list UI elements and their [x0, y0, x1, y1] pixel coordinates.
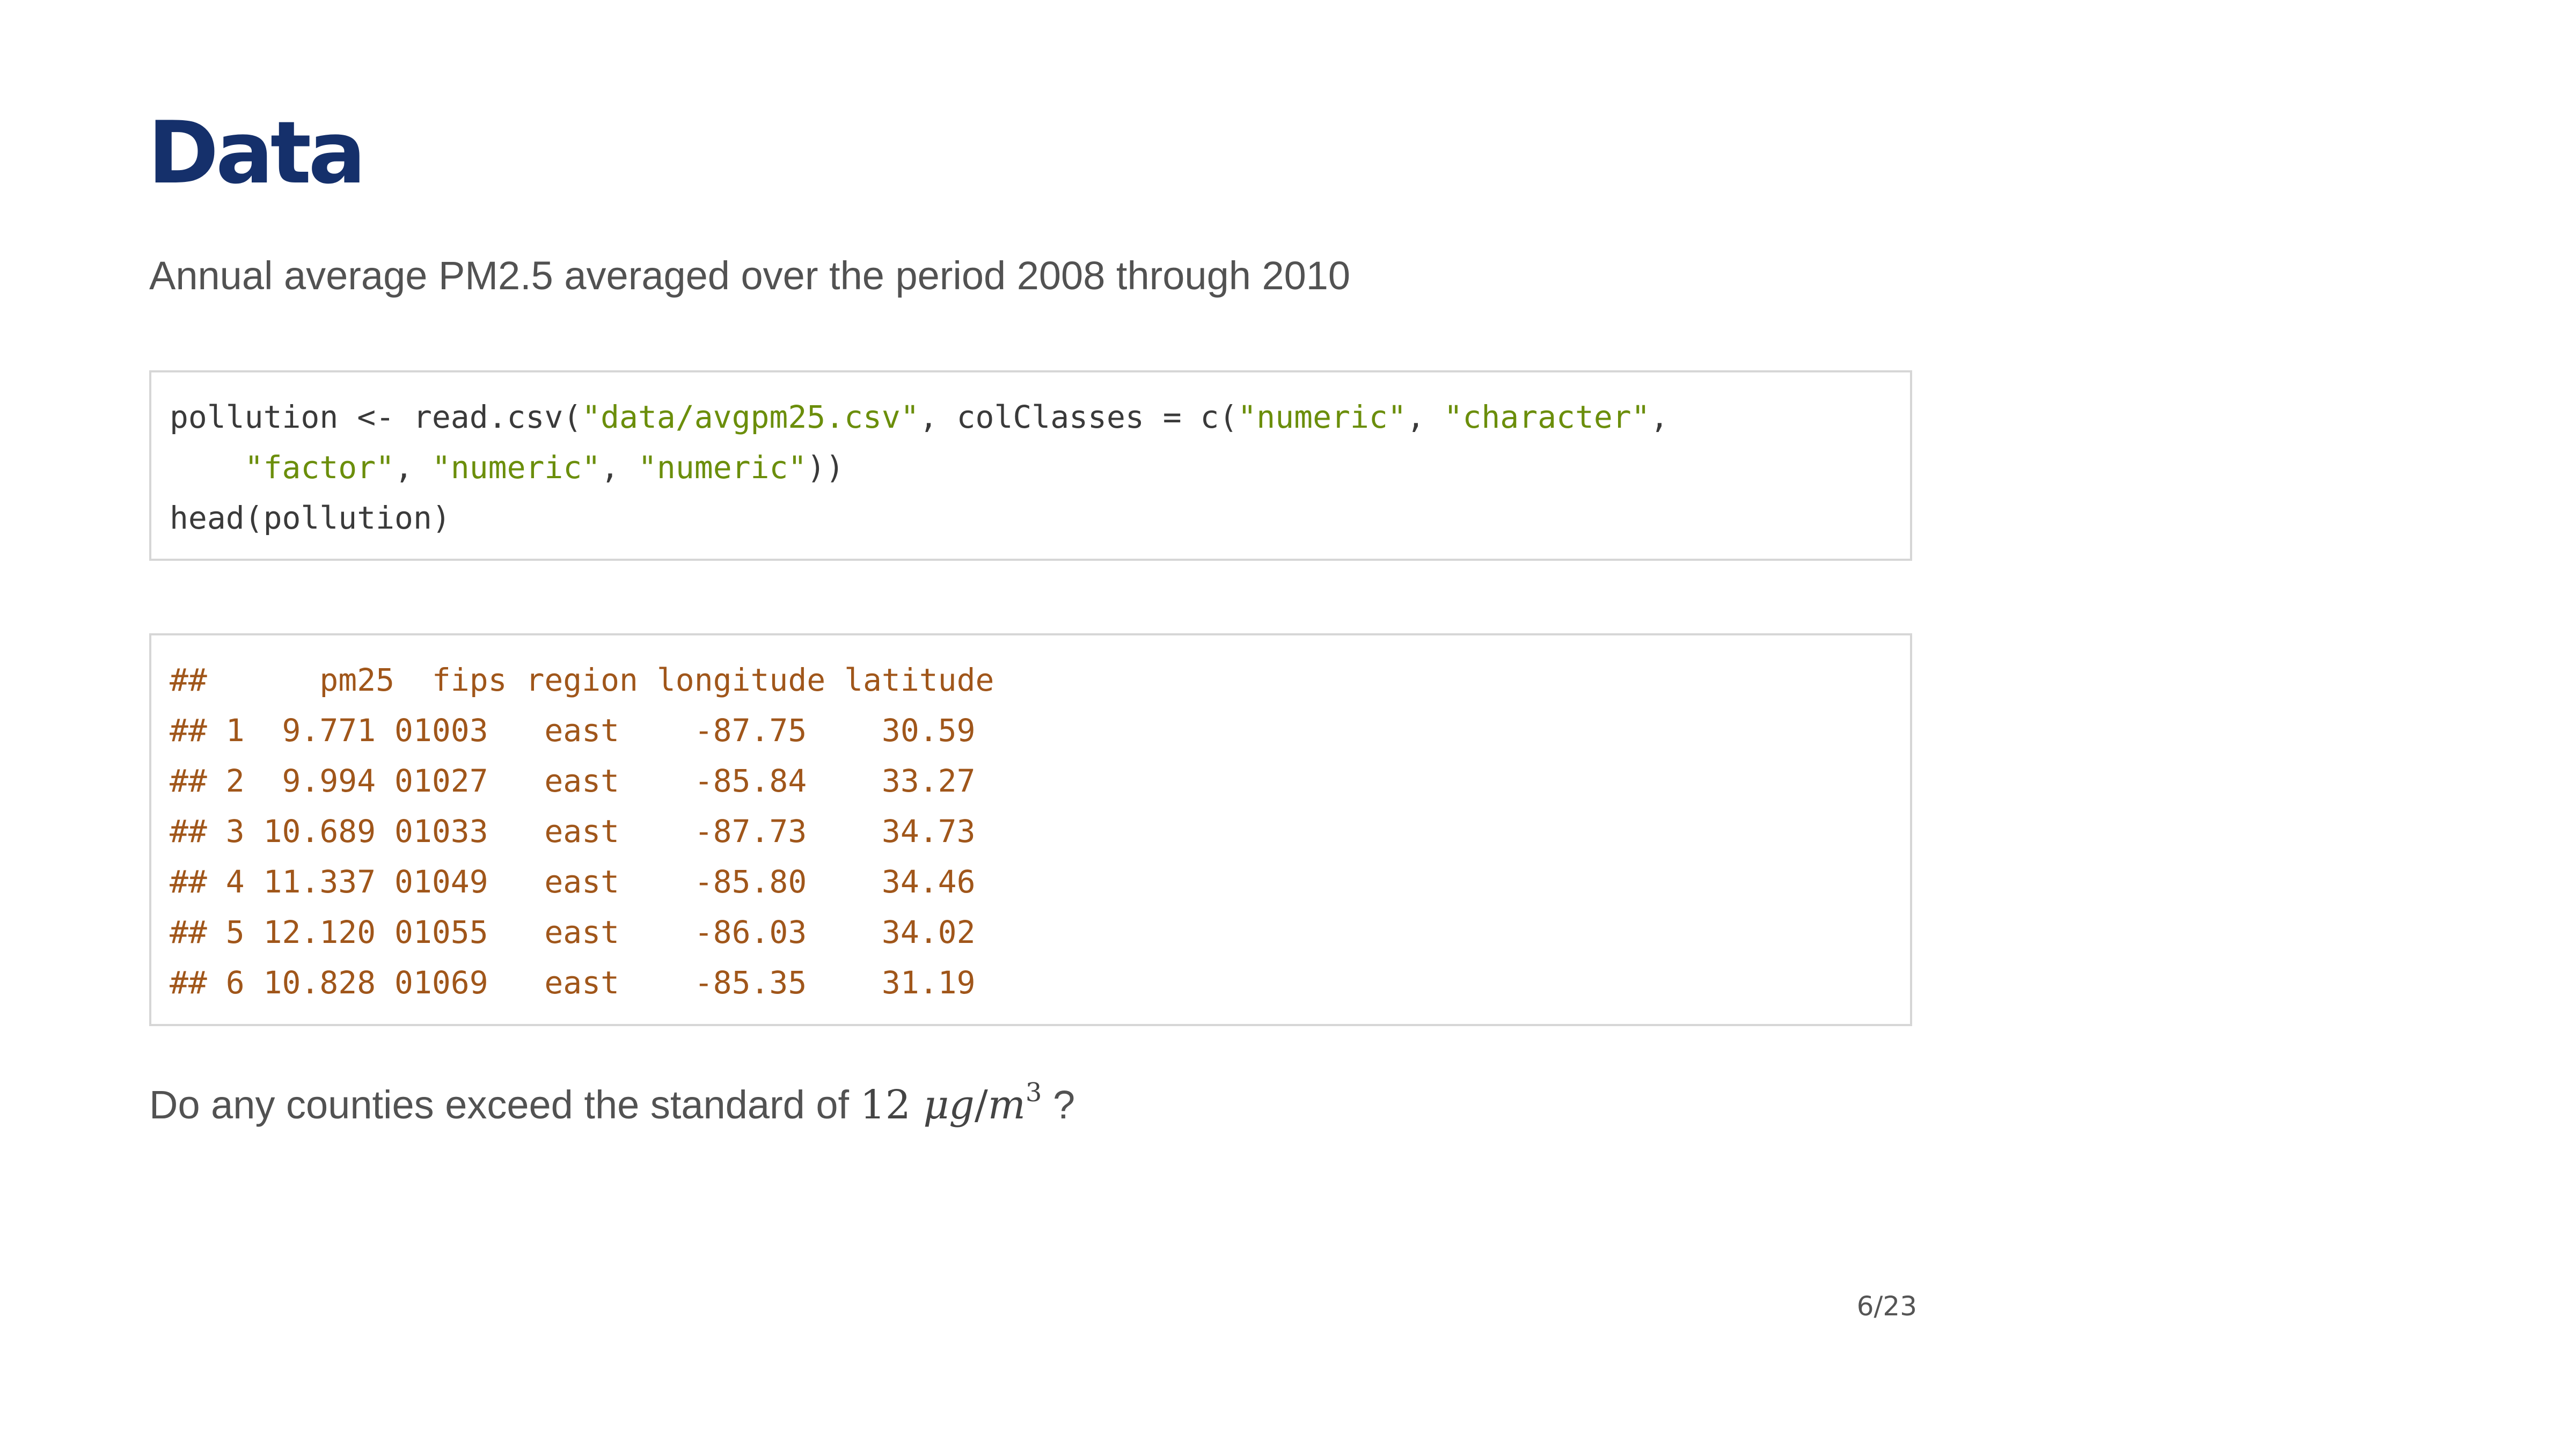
output-header: ## pm25 fips region longitude latitude [170, 662, 994, 698]
code-string: "factor" [244, 449, 395, 486]
slide-subtitle: Annual average PM2.5 averaged over the p… [149, 253, 1351, 298]
math-unit-mu: μg [923, 1082, 975, 1128]
math-unit-m: m [987, 1082, 1026, 1128]
code-token: head(pollution) [170, 500, 451, 536]
code-input-text: pollution <- read.csv("data/avgpm25.csv"… [170, 392, 1669, 543]
code-token: , [394, 449, 432, 486]
code-token: , [1406, 399, 1444, 435]
code-string: "character" [1444, 399, 1650, 435]
code-string: "numeric" [431, 449, 601, 486]
code-token: , colClasses = c( [919, 399, 1238, 435]
code-output-text: ## pm25 fips region longitude latitude #… [170, 655, 994, 1008]
math-slash: / [974, 1082, 988, 1128]
code-string: "numeric" [1238, 399, 1407, 435]
output-row: ## 6 10.828 01069 east -85.35 31.19 [170, 964, 976, 1001]
code-string: "data/avgpm25.csv" [582, 399, 919, 435]
output-row: ## 3 10.689 01033 east -87.73 34.73 [170, 813, 976, 850]
code-token: , [601, 449, 639, 486]
question-prefix: Do any counties exceed the standard of [149, 1082, 860, 1127]
code-token: )) [807, 449, 845, 486]
code-output-block: ## pm25 fips region longitude latitude #… [149, 633, 1912, 1026]
page-number: 6/23 [1856, 1291, 1917, 1322]
slide-title: Data [148, 103, 366, 203]
math-exponent: 3 [1025, 1078, 1042, 1108]
code-string: "numeric" [638, 449, 807, 486]
slide: Data Annual average PM2.5 averaged over … [0, 0, 2576, 1449]
code-token: pollution <- read.csv( [170, 399, 582, 435]
question-text: Do any counties exceed the standard of 1… [149, 1080, 1075, 1129]
code-input-block: pollution <- read.csv("data/avgpm25.csv"… [149, 370, 1912, 561]
question-suffix: ? [1042, 1082, 1075, 1127]
code-token: , [1650, 399, 1669, 435]
output-row: ## 2 9.994 01027 east -85.84 33.27 [170, 763, 976, 799]
output-row: ## 1 9.771 01003 east -87.75 30.59 [170, 712, 976, 749]
math-number: 12 [860, 1082, 911, 1128]
output-row: ## 4 11.337 01049 east -85.80 34.46 [170, 863, 976, 900]
output-row: ## 5 12.120 01055 east -86.03 34.02 [170, 914, 976, 950]
math-expression: 12 μg/m3 [860, 1080, 1042, 1128]
